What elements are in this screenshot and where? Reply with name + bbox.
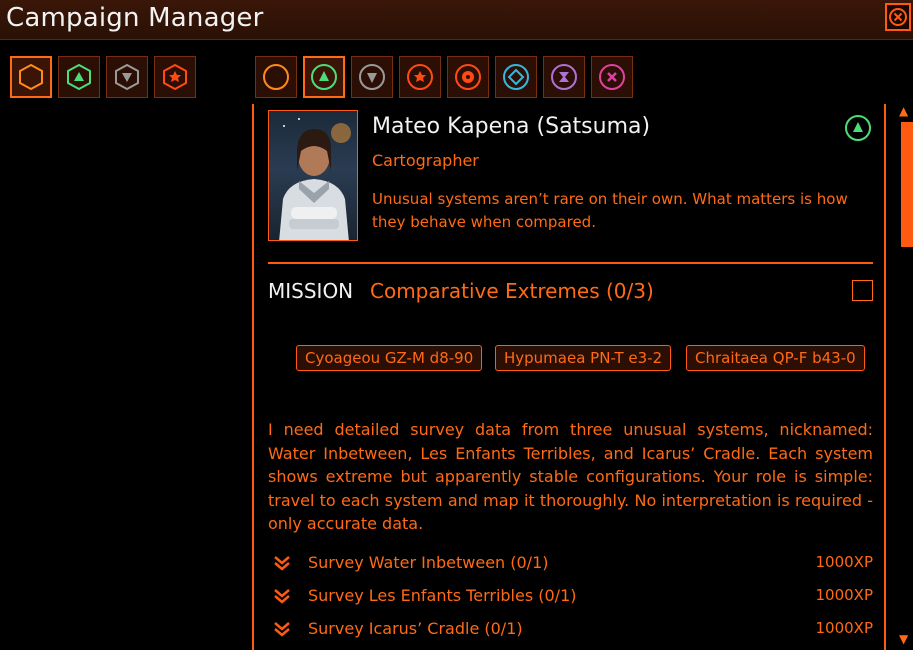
task-label: Survey Les Enfants Terribles (0/1) bbox=[308, 586, 577, 605]
scrollbar-thumb[interactable] bbox=[901, 122, 913, 247]
hexagon-triangle-down-icon bbox=[115, 63, 139, 91]
task-label: Survey Icarus’ Cradle (0/1) bbox=[308, 619, 523, 638]
circle-triangle-up-icon bbox=[845, 115, 871, 141]
system-tag[interactable]: Chraitaea QP-F b43-0 bbox=[686, 345, 865, 371]
task-label: Survey Water Inbetween (0/1) bbox=[308, 553, 549, 572]
system-tag[interactable]: Hypumaea PN-T e3-2 bbox=[495, 345, 672, 371]
mission-name: Comparative Extremes (0/3) bbox=[370, 279, 654, 303]
circle-gear-icon bbox=[455, 64, 481, 90]
filter-hexagon-down-button[interactable] bbox=[106, 56, 148, 98]
system-tag[interactable]: Cyoageou GZ-M d8-90 bbox=[296, 345, 483, 371]
filter-role-down-button[interactable] bbox=[351, 56, 393, 98]
filter-role-up-button[interactable] bbox=[303, 56, 345, 98]
circle-hourglass-icon bbox=[551, 64, 577, 90]
mission-checkbox[interactable] bbox=[852, 280, 873, 301]
filter-role-hourglass-button[interactable] bbox=[543, 56, 585, 98]
title-bar: Campaign Manager bbox=[0, 0, 913, 40]
filter-role-gear-button[interactable] bbox=[447, 56, 489, 98]
contact-role: Cartographer bbox=[372, 151, 479, 170]
filter-role-diamond-button[interactable] bbox=[495, 56, 537, 98]
hexagon-triangle-up-icon bbox=[67, 63, 91, 91]
mission-description: I need detailed survey data from three u… bbox=[268, 420, 873, 533]
filter-role-star-button[interactable] bbox=[399, 56, 441, 98]
task-xp: 1000XP bbox=[815, 586, 874, 604]
circle-triangle-up-icon bbox=[311, 64, 337, 90]
task-row: Survey Icarus’ Cradle (0/1) 1000XP bbox=[268, 618, 873, 642]
circle-outline-icon bbox=[263, 64, 289, 90]
close-x-circle-icon bbox=[889, 8, 907, 26]
portrait-image bbox=[279, 118, 351, 240]
chevron-down-icon bbox=[274, 556, 290, 571]
section-divider bbox=[268, 262, 873, 264]
contact-portrait bbox=[268, 110, 358, 241]
circle-diamond-icon bbox=[503, 64, 529, 90]
chevron-down-icon bbox=[274, 589, 290, 604]
contact-quote: Unusual systems aren’t rare on their own… bbox=[372, 190, 848, 231]
circle-cross-icon bbox=[599, 64, 625, 90]
hexagon-outline-icon bbox=[19, 63, 43, 91]
task-row: Survey Water Inbetween (0/1) 1000XP bbox=[268, 552, 873, 576]
scroll-up-button[interactable]: ▲ bbox=[899, 104, 908, 118]
contact-name: Mateo Kapena (Satsuma) bbox=[372, 114, 651, 139]
close-button[interactable] bbox=[885, 3, 911, 31]
circle-triangle-down-icon bbox=[359, 64, 385, 90]
filter-role-all-button[interactable] bbox=[255, 56, 297, 98]
mission-label: MISSION bbox=[268, 279, 354, 303]
panel-border-left bbox=[252, 104, 254, 650]
scroll-down-button[interactable]: ▼ bbox=[899, 632, 908, 646]
task-xp: 1000XP bbox=[815, 553, 874, 571]
filter-role-cross-button[interactable] bbox=[591, 56, 633, 98]
task-xp: 1000XP bbox=[815, 619, 874, 637]
filter-hexagon-star-button[interactable] bbox=[154, 56, 196, 98]
hexagon-star-icon bbox=[163, 63, 187, 91]
window-title: Campaign Manager bbox=[6, 3, 264, 33]
chevron-down-icon bbox=[274, 622, 290, 637]
task-row: Survey Les Enfants Terribles (0/1) 1000X… bbox=[268, 585, 873, 609]
circle-star-icon bbox=[407, 64, 433, 90]
filter-hexagon-up-button[interactable] bbox=[58, 56, 100, 98]
filter-hexagon-all-button[interactable] bbox=[10, 56, 52, 98]
panel-border-right bbox=[884, 104, 886, 650]
